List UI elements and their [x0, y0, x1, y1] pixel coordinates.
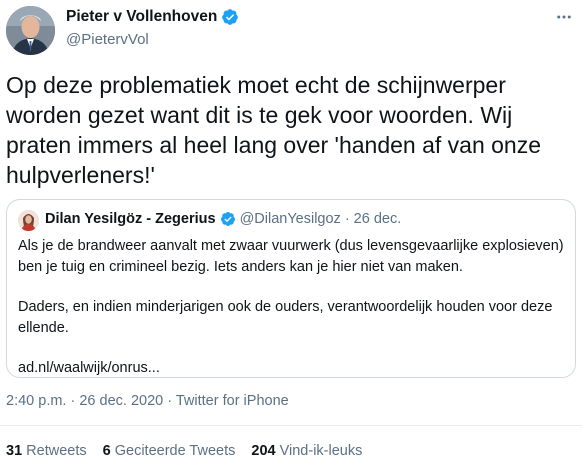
quoted-header: Dilan Yesilgöz - Zegerius @DilanYesilgoz… [45, 211, 401, 227]
divider [0, 425, 582, 426]
meta-separator-2: · [167, 393, 173, 409]
quoted-author-avatar[interactable] [18, 210, 39, 231]
author-name[interactable]: Pieter v Vollenhoven [66, 8, 217, 26]
author-name-row[interactable]: Pieter v Vollenhoven [66, 8, 239, 26]
quoted-author-handle[interactable]: @DilanYesilgoz [240, 211, 341, 227]
author-avatar[interactable] [6, 6, 55, 55]
quoted-link[interactable]: ad.nl/waalwijk/onrus... [18, 358, 566, 379]
more-options-icon[interactable] [553, 6, 575, 28]
meta-separator-1: · [70, 393, 76, 409]
quoted-separator: · [344, 211, 350, 227]
quoted-date[interactable]: 26 dec. [354, 211, 402, 227]
tweet-card: Pieter v Vollenhoven @PietervVol Op deze… [0, 0, 582, 468]
tweet-text: Op deze problematiek moet echt de schijn… [6, 72, 541, 188]
quoted-author-name[interactable]: Dilan Yesilgöz - Zegerius [45, 211, 216, 227]
quoted-paragraph-2: Daders, en indien minderjarigen ook de o… [18, 299, 553, 336]
quoted-body: Als je de brandweer aanvalt met zwaar vu… [18, 236, 566, 379]
retweets-stat[interactable]: 31 Retweets [6, 443, 87, 459]
tweet-time[interactable]: 2:40 p.m. [6, 393, 66, 409]
quoted-avatar-image [18, 210, 39, 231]
author-handle[interactable]: @PietervVol [66, 31, 149, 48]
likes-label: Vind-ik-leuks [279, 443, 363, 459]
quoted-tweet[interactable]: Dilan Yesilgöz - Zegerius @DilanYesilgoz… [6, 199, 576, 378]
verified-badge-icon [222, 9, 239, 25]
retweets-count: 31 [6, 443, 23, 459]
quote-tweets-count: 6 [102, 443, 111, 459]
quote-tweets-label: Geciteerde Tweets [114, 443, 236, 459]
likes-stat[interactable]: 204 Vind-ik-leuks [251, 443, 362, 459]
tweet-source[interactable]: Twitter for iPhone [176, 393, 289, 409]
quoted-verified-badge-icon [220, 212, 235, 226]
tweet-metadata: 2:40 p.m. · 26 dec. 2020 · Twitter for i… [6, 393, 289, 409]
engagement-stats: 31 Retweets 6 Geciteerde Tweets 204 Vind… [6, 443, 362, 459]
retweets-label: Retweets [26, 443, 87, 459]
quote-tweets-stat[interactable]: 6 Geciteerde Tweets [103, 443, 236, 459]
author-avatar-image [6, 6, 55, 55]
quoted-paragraph-1: Als je de brandweer aanvalt met zwaar vu… [18, 238, 564, 275]
tweet-date[interactable]: 26 dec. 2020 [79, 393, 163, 409]
likes-count: 204 [251, 443, 276, 459]
